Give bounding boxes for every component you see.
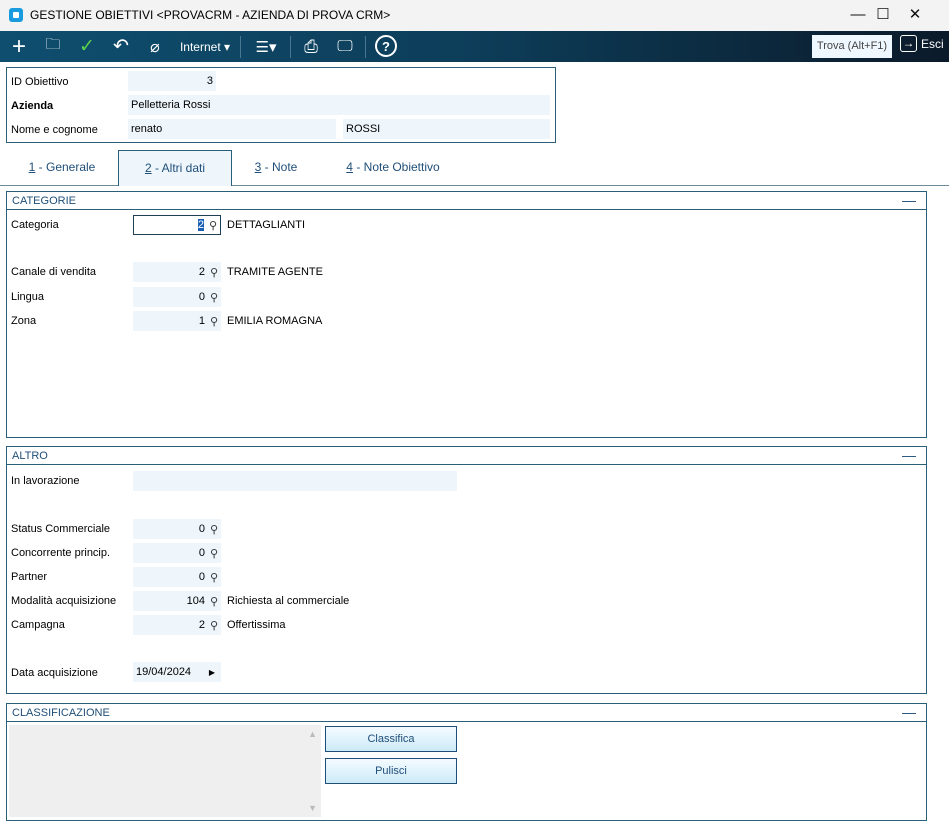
in-lavorazione-label: In lavorazione <box>11 475 80 487</box>
field-label: Zona <box>11 315 37 327</box>
open-folder-icon[interactable]: 🗀 <box>42 31 64 62</box>
internet-menu[interactable]: Internet ▾ <box>178 31 232 62</box>
window-title: GESTIONE OBIETTIVI <PROVACRM - AZIENDA D… <box>30 8 391 22</box>
lookup-value: 0 <box>198 523 205 535</box>
toolbar-divider <box>365 36 366 58</box>
exit-icon: → <box>900 35 917 52</box>
help-icon[interactable]: ? <box>375 35 397 57</box>
save-check-icon[interactable]: ✓ <box>76 31 98 62</box>
search-icon[interactable]: ⚲ <box>210 619 218 632</box>
tab-number: 2 <box>144 161 152 175</box>
lookup-field[interactable]: 104 ⚲ <box>133 591 221 611</box>
lookup-value: 1 <box>198 315 205 327</box>
field-description: Richiesta al commerciale <box>227 595 350 607</box>
field-label: Categoria <box>11 219 59 231</box>
undo-icon[interactable]: ↶ <box>110 31 132 62</box>
menu-icon[interactable]: ☰▾ <box>250 31 282 62</box>
cognome-field[interactable]: ROSSI <box>343 119 550 139</box>
search-icon[interactable]: ⚲ <box>210 523 218 536</box>
exit-label: Esci <box>921 36 944 51</box>
search-input[interactable]: Trova (Alt+F1) <box>812 35 892 58</box>
scroll-down-icon[interactable]: ▼ <box>308 803 317 813</box>
search-icon[interactable]: ⚲ <box>210 547 218 560</box>
tab-label: - Generale <box>35 160 96 174</box>
panel-title: CATEGORIE <box>12 195 76 207</box>
lookup-field[interactable]: 1 ⚲ <box>133 311 221 331</box>
search-icon[interactable]: ⚲ <box>210 291 218 304</box>
field-description: Offertissima <box>227 619 286 631</box>
lookup-field[interactable]: 2 ⚲ <box>133 615 221 635</box>
tab-note-obiettivo[interactable]: 4 - Note Obiettivo <box>330 150 456 186</box>
search-icon[interactable]: ⚲ <box>209 219 217 232</box>
exit-button[interactable]: → Esci <box>900 35 944 52</box>
pulisci-button[interactable]: Pulisci <box>325 758 457 784</box>
field-label: Status Commerciale <box>11 523 111 535</box>
maximize-button[interactable]: ☐ <box>868 4 898 26</box>
lookup-value: 2 <box>197 219 204 231</box>
panel-title: ALTRO <box>12 450 48 462</box>
tab-label: - Altri dati <box>151 161 206 175</box>
search-icon[interactable]: ⚲ <box>210 315 218 328</box>
tab-note[interactable]: 3 - Note <box>240 150 312 186</box>
id-label: ID Obiettivo <box>11 76 69 88</box>
lookup-value: 0 <box>198 547 205 559</box>
data-acquisizione-label: Data acquisizione <box>11 667 98 679</box>
toolbar-divider <box>290 36 291 58</box>
search-icon[interactable]: ⚲ <box>210 266 218 279</box>
search-icon[interactable]: ⚲ <box>210 595 218 608</box>
search-icon[interactable]: ⚲ <box>210 571 218 584</box>
collapse-icon[interactable]: — <box>902 446 916 464</box>
lookup-field[interactable]: 0 ⚲ <box>133 287 221 307</box>
field-description: TRAMITE AGENTE <box>227 266 323 278</box>
nome-field[interactable]: renato <box>128 119 336 139</box>
lookup-value: 2 <box>198 266 205 278</box>
lookup-value: 2 <box>198 619 205 631</box>
print-icon[interactable]: ⎙ <box>300 31 322 62</box>
azienda-label: Azienda <box>11 100 54 112</box>
tab-generale[interactable]: 1 - Generale <box>14 150 110 186</box>
lookup-field[interactable]: 0 ⚲ <box>133 519 221 539</box>
tab-altri-dati[interactable]: 2 - Altri dati <box>118 150 232 186</box>
new-icon[interactable]: + <box>6 31 32 62</box>
lookup-field[interactable]: 2 ⚲ <box>133 215 221 235</box>
lookup-field[interactable]: 2 ⚲ <box>133 262 221 282</box>
lookup-value: 104 <box>186 595 205 607</box>
date-picker-arrow-icon[interactable]: ▶ <box>209 668 215 677</box>
collapse-icon[interactable]: — <box>902 191 916 209</box>
field-label: Canale di vendita <box>11 266 97 278</box>
azienda-field[interactable]: Pelletteria Rossi <box>128 95 550 115</box>
tab-number: 4 <box>346 160 353 174</box>
close-button[interactable]: ✕ <box>900 4 930 26</box>
id-field[interactable]: 3 <box>128 71 216 91</box>
scroll-up-icon[interactable]: ▲ <box>308 729 317 739</box>
classifica-button[interactable]: Classifica <box>325 726 457 752</box>
toolbar <box>0 31 949 62</box>
nome-label: Nome e cognome <box>11 124 98 136</box>
panel-title: CLASSIFICAZIONE <box>12 707 110 719</box>
attachment-icon[interactable]: ⌀ <box>144 31 166 62</box>
toolbar-divider <box>240 36 241 58</box>
lookup-field[interactable]: 0 ⚲ <box>133 567 221 587</box>
field-label: Concorrente princip. <box>11 547 111 559</box>
lookup-value: 0 <box>198 291 205 303</box>
monitor-icon[interactable]: 🖵 <box>334 31 356 62</box>
date-value: 19/04/2024 <box>136 666 192 678</box>
collapse-icon[interactable]: — <box>902 703 916 721</box>
classification-list[interactable]: ▲ ▼ <box>9 725 321 817</box>
app-icon <box>9 8 23 22</box>
in-lavorazione-field[interactable] <box>133 471 457 491</box>
field-description: EMILIA ROMAGNA <box>227 315 323 327</box>
field-description: DETTAGLIANTI <box>227 219 306 231</box>
field-label: Partner <box>11 571 48 583</box>
field-label: Modalità acquisizione <box>11 595 117 607</box>
field-label: Campagna <box>11 619 65 631</box>
tab-label: - Note <box>261 160 298 174</box>
data-acquisizione-field[interactable]: 19/04/2024 ▶ <box>133 662 221 682</box>
title-bar: GESTIONE OBIETTIVI <PROVACRM - AZIENDA D… <box>0 0 949 31</box>
lookup-field[interactable]: 0 ⚲ <box>133 543 221 563</box>
tab-label: - Note Obiettivo <box>352 160 440 174</box>
field-label: Lingua <box>11 291 45 303</box>
lookup-value: 0 <box>198 571 205 583</box>
